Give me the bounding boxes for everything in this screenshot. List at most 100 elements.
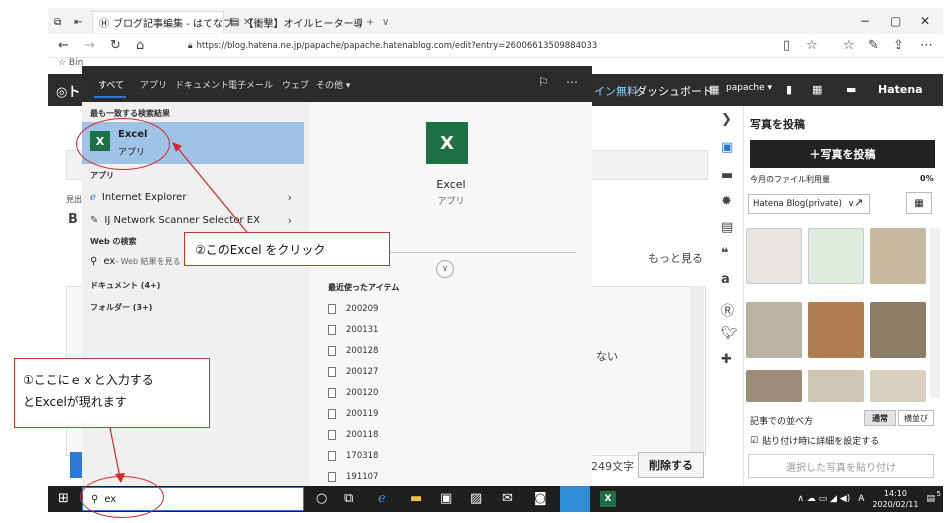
avatar[interactable]: ▦ bbox=[709, 83, 719, 96]
title-field-right[interactable] bbox=[578, 150, 708, 180]
chevron-right-icon[interactable]: › bbox=[288, 191, 292, 204]
apps-grid-icon[interactable]: ▦ bbox=[812, 83, 822, 96]
photo-thumbnail[interactable] bbox=[746, 228, 802, 284]
quote-icon[interactable]: ❝ bbox=[721, 246, 729, 261]
tab-more[interactable]: その他 ▾ bbox=[316, 78, 350, 91]
result-internet-explorer[interactable]: ℯ Internet Explorer › bbox=[82, 186, 304, 208]
photo-thumbnail[interactable] bbox=[746, 370, 802, 402]
album-select[interactable]: Hatena Blog(private) ∨ bbox=[748, 194, 870, 214]
photo-thumbnail[interactable] bbox=[808, 370, 864, 402]
recent-item[interactable]: 200209 bbox=[328, 304, 378, 314]
clock[interactable]: 14:10 2020/02/11 bbox=[872, 488, 918, 510]
sort-side-button[interactable]: 横並び bbox=[898, 410, 934, 426]
pen-icon[interactable]: ✎ bbox=[868, 38, 879, 53]
recent-item[interactable]: 200119 bbox=[328, 409, 378, 419]
mail-icon[interactable]: ✉ bbox=[502, 491, 513, 506]
photo-scrollbar[interactable] bbox=[930, 228, 940, 398]
store-icon[interactable]: ▣ bbox=[440, 491, 452, 506]
recent-item[interactable]: 200120 bbox=[328, 388, 378, 398]
expand-chevron-icon[interactable]: ∨ bbox=[436, 260, 454, 278]
document-icon[interactable]: ▤ bbox=[721, 220, 733, 235]
ime-indicator[interactable]: A bbox=[858, 494, 864, 504]
external-link-icon[interactable]: ↗ bbox=[854, 196, 863, 209]
network-app-icon[interactable] bbox=[560, 486, 590, 512]
plus-icon[interactable]: ✚ bbox=[721, 352, 732, 367]
home-icon[interactable]: ⌂ bbox=[136, 38, 144, 53]
back-tab-icon[interactable]: ⇤ bbox=[74, 11, 82, 33]
photo-thumbnail[interactable] bbox=[870, 302, 926, 358]
notification-icon[interactable]: ▤ 5 bbox=[926, 490, 941, 504]
delete-button[interactable]: 削除する bbox=[638, 452, 704, 478]
twitter-icon[interactable]: 🐦︎ bbox=[721, 326, 738, 341]
excel-taskbar-icon[interactable]: X bbox=[600, 491, 616, 507]
url-field[interactable]: 🔒︎ https://blog.hatena.ne.jp/papache/pap… bbox=[188, 37, 808, 55]
documents-heading[interactable]: ドキュメント (4+) bbox=[90, 280, 160, 291]
hatena-logo[interactable]: ◎ト bbox=[56, 81, 80, 100]
app-icon[interactable]: ◙ bbox=[534, 491, 547, 506]
task-view-icon[interactable]: ⧉ bbox=[344, 491, 353, 506]
cortana-icon[interactable]: ○ bbox=[316, 491, 327, 506]
tab-documents[interactable]: ドキュメント bbox=[175, 78, 229, 91]
detail-checkbox-row[interactable]: ☑ 貼り付け時に詳細を設定する bbox=[750, 434, 879, 448]
more-icon[interactable]: ⋯ bbox=[920, 38, 933, 53]
grid-view-button[interactable]: ▦ bbox=[906, 192, 932, 214]
windows-start-icon[interactable]: ⊞ bbox=[58, 491, 69, 506]
recent-item[interactable]: 200118 bbox=[328, 430, 378, 440]
recent-item[interactable]: 191107 bbox=[328, 472, 378, 482]
recent-item[interactable]: 200131 bbox=[328, 325, 378, 335]
refresh-icon[interactable]: ↻ bbox=[110, 38, 121, 53]
photo-thumbnail[interactable] bbox=[746, 302, 802, 358]
amazon-icon[interactable]: a bbox=[721, 272, 730, 287]
tab-all[interactable]: すべて bbox=[98, 78, 124, 91]
gear-icon[interactable]: ✹ bbox=[721, 194, 732, 209]
recent-item[interactable]: 200127 bbox=[328, 367, 378, 377]
checkbox-icon[interactable]: ☑ bbox=[750, 436, 758, 446]
folders-heading[interactable]: フォルダー (3+) bbox=[90, 302, 152, 313]
share-icon[interactable]: ⇪ bbox=[893, 38, 904, 53]
new-tab-button[interactable]: + bbox=[366, 11, 374, 33]
ad-link[interactable]: イン無料 bbox=[594, 83, 638, 99]
photo-tool-icon[interactable]: ▣ bbox=[721, 140, 733, 155]
minimize-button[interactable]: − bbox=[860, 14, 870, 28]
rakuten-icon[interactable]: Ⓡ bbox=[721, 300, 734, 319]
more-link[interactable]: もっと見る bbox=[648, 250, 703, 266]
paste-photo-button[interactable]: 選択した写真を貼り付け bbox=[748, 454, 934, 478]
photo-thumbnail[interactable] bbox=[870, 370, 926, 402]
tab-apps[interactable]: アプリ bbox=[140, 78, 167, 91]
tab-list-button[interactable]: ∨ bbox=[382, 11, 389, 33]
app-icon[interactable]: ▨ bbox=[470, 491, 482, 506]
back-arrow-icon[interactable]: ← bbox=[58, 38, 69, 53]
feedback-icon[interactable]: ⚐ bbox=[538, 75, 549, 89]
heading-menu[interactable]: 見出 bbox=[66, 194, 82, 205]
favorites-list-icon[interactable]: ☆ bbox=[843, 38, 855, 53]
editor-scrollbar[interactable] bbox=[690, 286, 704, 456]
user-menu[interactable]: papache ▾ bbox=[726, 83, 772, 93]
hatena-brand[interactable]: Hatena bbox=[878, 83, 923, 96]
photo-thumbnail[interactable] bbox=[808, 228, 864, 284]
tab-manager-icon[interactable]: ⧉ bbox=[54, 11, 61, 33]
tab-oil-heater[interactable]: ▤ 【衝撃】オイルヒーター導入後の電 bbox=[230, 11, 362, 33]
recent-item[interactable]: 170318 bbox=[328, 451, 378, 461]
tab-web[interactable]: ウェブ bbox=[282, 78, 309, 91]
maximize-button[interactable]: ▢ bbox=[890, 14, 901, 28]
photo-thumbnail[interactable] bbox=[870, 228, 926, 284]
photo-thumbnail[interactable] bbox=[808, 302, 864, 358]
chevron-right-icon[interactable]: › bbox=[288, 214, 292, 227]
result-ij-scanner[interactable]: ✎ IJ Network Scanner Selector EX › bbox=[82, 209, 304, 231]
folder-icon[interactable]: ▬ bbox=[721, 168, 733, 183]
bookmark-icon[interactable]: ▮ bbox=[786, 83, 792, 96]
tab-blog-editor[interactable]: Ⓗ ブログ記事編集 - はてなブ ✕ bbox=[92, 11, 251, 33]
dashboard-link[interactable]: ダッシュボード bbox=[636, 83, 713, 99]
recent-item[interactable]: 200128 bbox=[328, 346, 378, 356]
window-close-button[interactable]: ✕ bbox=[920, 14, 930, 28]
tray-icons[interactable]: ∧ ☁ ▭ ◢ ◀) bbox=[797, 494, 850, 504]
file-explorer-icon[interactable]: ▬ bbox=[410, 491, 422, 506]
forward-arrow-icon[interactable]: → bbox=[84, 38, 95, 53]
sort-normal-button[interactable]: 通常 bbox=[864, 410, 896, 426]
upload-photo-button[interactable]: ＋写真を投稿 bbox=[750, 140, 935, 168]
tab-email[interactable]: 電子メール bbox=[228, 78, 273, 91]
favorite-star-icon[interactable]: ☆ bbox=[806, 38, 818, 53]
favorite-item[interactable]: ☆ Bin bbox=[58, 58, 83, 68]
edge-icon[interactable]: ℯ bbox=[378, 491, 386, 506]
options-icon[interactable]: ⋯ bbox=[566, 75, 578, 89]
